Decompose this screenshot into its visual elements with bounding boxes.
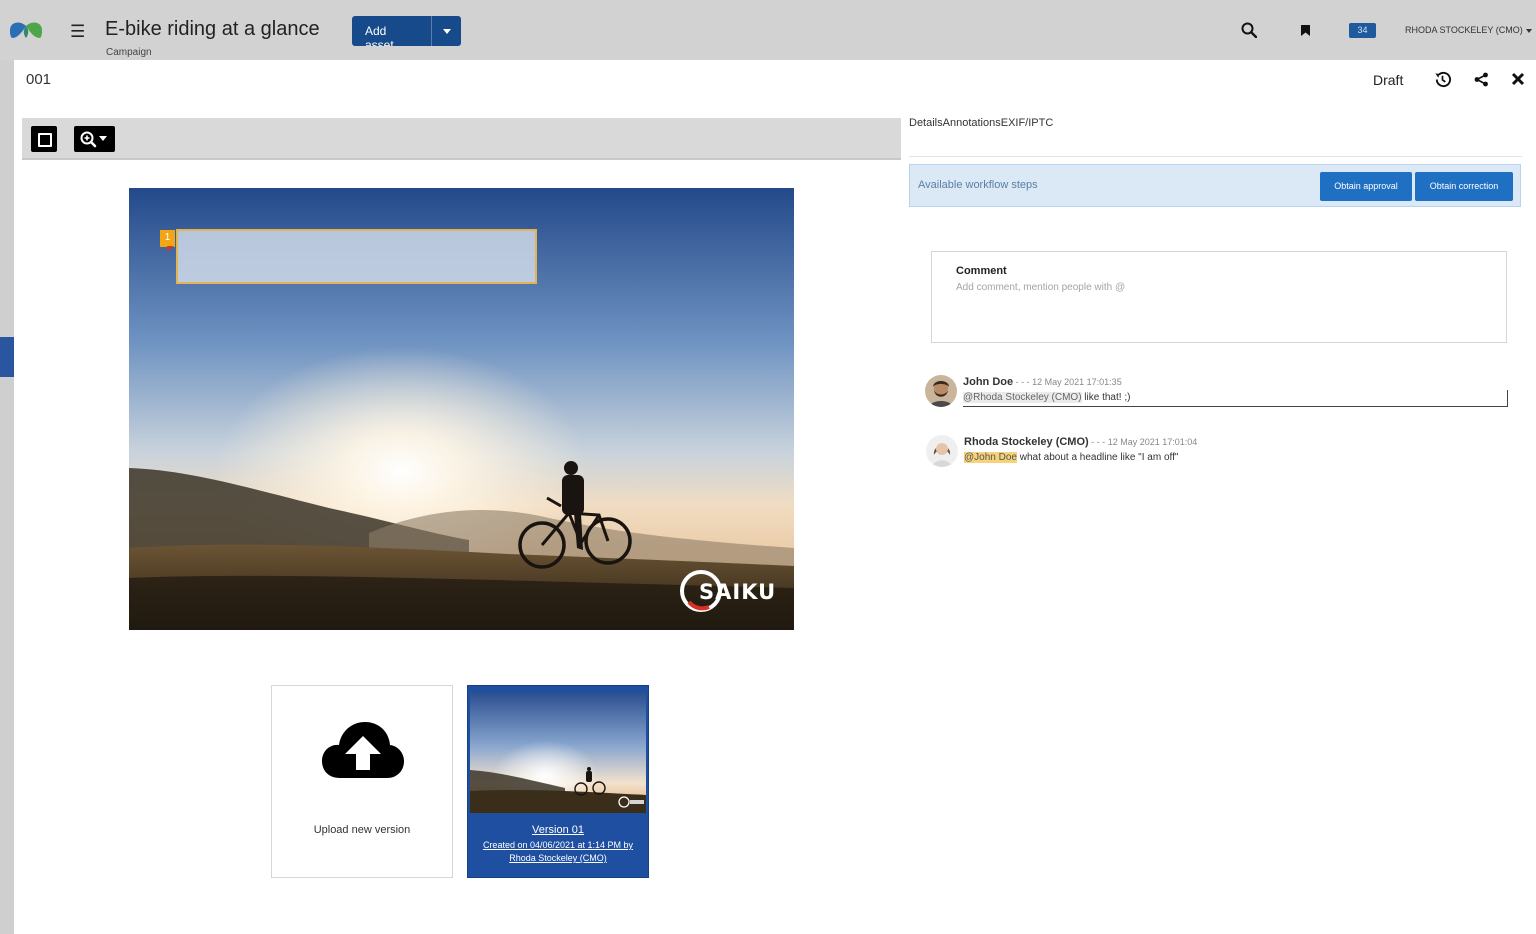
- comment-separator: - - -: [1088, 437, 1108, 447]
- upload-new-version-label: Upload new version: [313, 824, 411, 836]
- share-icon[interactable]: [1474, 72, 1489, 87]
- zoom-dropdown-glyph: [80, 131, 107, 148]
- tab-exif-iptc[interactable]: EXIF/IPTC: [1001, 117, 1054, 129]
- comment-mention[interactable]: @John Doe: [964, 452, 1017, 463]
- cloud-upload-icon: [322, 722, 404, 778]
- sidebar-active-marker: [0, 337, 14, 377]
- avatar[interactable]: [926, 435, 958, 467]
- chevron-down-icon: [1525, 28, 1532, 33]
- comment-item: John Doe - - - 12 May 2021 17:01:35 @Rho…: [925, 375, 1515, 411]
- status-label: Draft: [1373, 72, 1404, 88]
- close-icon[interactable]: [1511, 72, 1525, 86]
- workflow-steps-bar: Available workflow steps Obtain approval…: [909, 164, 1521, 207]
- comment-timestamp: 12 May 2021 17:01:04: [1107, 437, 1198, 447]
- comment-header: Rhoda Stockeley (CMO) - - - 12 May 2021 …: [964, 436, 1197, 448]
- obtain-correction-button[interactable]: Obtain correction: [1415, 172, 1513, 201]
- avatar-image: [925, 375, 957, 407]
- add-asset-button[interactable]: Add asset: [352, 16, 431, 46]
- comment-header: John Doe - - - 12 May 2021 17:01:35: [963, 376, 1122, 388]
- history-icon[interactable]: [1433, 70, 1452, 89]
- comment-body: what about a headline like "I am off": [1016, 452, 1179, 463]
- annotation-pin[interactable]: 1: [160, 230, 175, 252]
- comment-label: Comment: [956, 265, 1007, 277]
- search-icon[interactable]: [1241, 22, 1257, 38]
- comment-text: @John Doe what about a headline like "I …: [964, 452, 1178, 463]
- detail-tabs: Details Annotations EXIF/IPTC: [909, 117, 1053, 129]
- version-author-line: Rhoda Stockeley (CMO): [509, 853, 607, 863]
- page-title: E-bike riding at a glance: [105, 18, 320, 40]
- version-title[interactable]: Version 01: [468, 824, 648, 836]
- watermark-text: SAIKURU: [699, 580, 775, 604]
- comment-text: @Rhoda Stockeley (CMO) like that! ;): [963, 392, 1130, 403]
- asset-image[interactable]: 1 SAIKURU: [129, 188, 794, 630]
- version-card[interactable]: Version 01 Created on 04/06/2021 at 1:14…: [467, 685, 649, 878]
- viewer-toolbar: [22, 118, 901, 160]
- version-created-line: Created on 04/06/2021 at 1:14 PM by: [482, 840, 634, 850]
- zoom-icon[interactable]: [74, 126, 115, 152]
- upload-new-version-card[interactable]: Upload new version: [271, 685, 453, 878]
- avatar-image: [926, 435, 958, 467]
- watermark-logo: SAIKURU: [680, 570, 775, 612]
- bookmark-icon[interactable]: [1301, 25, 1310, 36]
- tab-details[interactable]: Details: [909, 117, 943, 129]
- left-sidebar-strip: [0, 60, 14, 934]
- page-subtitle: Campaign: [106, 47, 152, 58]
- asset-id: 001: [26, 71, 52, 88]
- comment-timestamp: 12 May 2021 17:01:35: [1032, 377, 1122, 387]
- obtain-approval-button[interactable]: Obtain approval: [1320, 172, 1412, 201]
- comment-mention[interactable]: @Rhoda Stockeley (CMO): [963, 392, 1082, 403]
- comment-author[interactable]: John Doe: [963, 376, 1013, 388]
- tab-annotations[interactable]: Annotations: [943, 117, 1001, 129]
- select-tool-icon[interactable]: [31, 126, 57, 152]
- modal-header: 001 Draft: [14, 60, 1536, 100]
- version-thumbnail-image: [470, 692, 646, 813]
- comment-separator: - - -: [1013, 377, 1033, 387]
- comment-item: Rhoda Stockeley (CMO) - - - 12 May 2021 …: [926, 435, 1516, 471]
- avatar[interactable]: [925, 375, 957, 407]
- user-name: RHODA STOCKELEY (CMO): [1405, 25, 1523, 35]
- comment-body: like that! ;): [1081, 392, 1131, 403]
- version-meta[interactable]: Created on 04/06/2021 at 1:14 PM by Rhod…: [472, 839, 644, 865]
- hamburger-icon[interactable]: ☰: [70, 22, 85, 42]
- notification-badge[interactable]: 34: [1349, 23, 1376, 38]
- add-asset-split-button: Add asset: [352, 16, 461, 46]
- add-asset-dropdown-toggle[interactable]: [431, 16, 461, 46]
- workflow-label: Available workflow steps: [918, 179, 1038, 191]
- top-app-bar: ☰ E-bike riding at a glance Campaign Add…: [0, 0, 1536, 60]
- user-menu[interactable]: RHODA STOCKELEY (CMO): [1405, 25, 1532, 35]
- comment-input[interactable]: [956, 282, 1486, 293]
- comment-author[interactable]: Rhoda Stockeley (CMO): [964, 436, 1089, 448]
- tabs-divider: [909, 156, 1522, 157]
- asset-detail-modal: 001 Draft 1 SAIKU Upload new version Ver…: [14, 60, 1536, 934]
- comment-box: Comment: [931, 251, 1507, 343]
- version-thumbnail: [470, 692, 646, 813]
- logo-icon[interactable]: [8, 18, 44, 42]
- annotation-region[interactable]: [176, 229, 537, 284]
